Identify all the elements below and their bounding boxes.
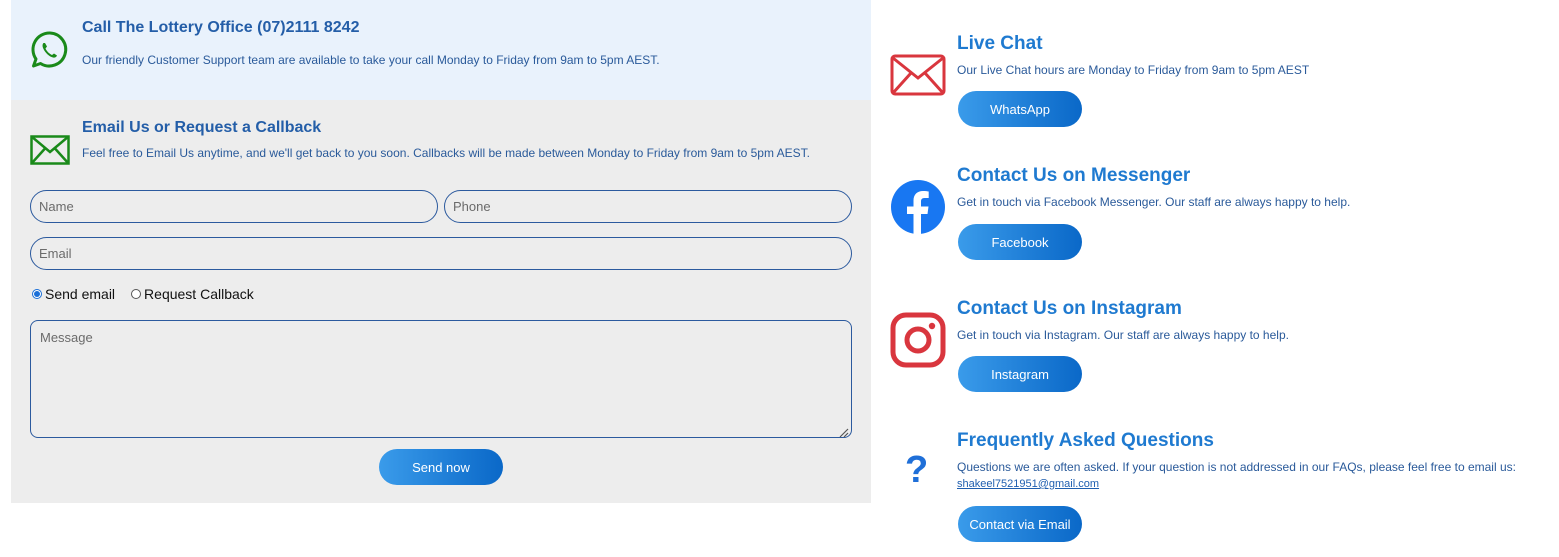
email-callback-section: Email Us or Request a Callback Feel free… [11, 100, 871, 503]
call-description: Our friendly Customer Support team are a… [82, 53, 660, 67]
whatsapp-button[interactable]: WhatsApp [958, 91, 1082, 127]
send-email-radio-label: Send email [45, 286, 116, 302]
envelope-icon [30, 135, 70, 169]
instagram-title: Contact Us on Instagram [957, 298, 1182, 319]
question-mark-icon: ? [905, 449, 929, 491]
phone-input[interactable] [444, 190, 852, 223]
live-chat-description: Our Live Chat hours are Monday to Friday… [957, 63, 1310, 77]
email-title: Email Us or Request a Callback [82, 119, 322, 136]
instagram-description: Get in touch via Instagram. Our staff ar… [957, 328, 1289, 342]
call-section: Call The Lottery Office (07)2111 8242 Ou… [11, 0, 871, 100]
faq-description: Questions we are often asked. If your qu… [957, 460, 1516, 474]
contact-page: Call The Lottery Office (07)2111 8242 Ou… [0, 0, 1559, 557]
send-now-button[interactable]: Send now [379, 449, 503, 485]
request-callback-radio[interactable]: Request Callback [131, 286, 254, 302]
email-input[interactable] [30, 237, 852, 270]
radio-unselected-indicator[interactable] [131, 289, 142, 299]
messenger-description: Get in touch via Facebook Messenger. Our… [957, 195, 1351, 209]
instagram-icon [890, 312, 946, 372]
email-description: Feel free to Email Us anytime, and we'll… [82, 146, 810, 160]
resize-handle-icon[interactable] [837, 423, 849, 438]
facebook-icon [890, 179, 946, 239]
instagram-button[interactable]: Instagram [958, 356, 1082, 392]
request-callback-radio-label: Request Callback [144, 286, 254, 302]
messenger-title: Contact Us on Messenger [957, 165, 1191, 186]
contact-left-column: Call The Lottery Office (07)2111 8242 Ou… [11, 0, 871, 503]
facebook-button[interactable]: Facebook [958, 224, 1082, 260]
contact-method-radio-group: Send email Request Callback [32, 286, 270, 302]
envelope-icon [890, 54, 946, 100]
faq-email-link[interactable]: shakeel7521951@gmail.com [957, 478, 1099, 490]
radio-selected-indicator[interactable] [32, 289, 42, 299]
call-title: Call The Lottery Office (07)2111 8242 [82, 19, 360, 36]
contact-via-email-button[interactable]: Contact via Email [958, 506, 1082, 542]
name-input[interactable] [30, 190, 438, 223]
live-chat-title: Live Chat [957, 33, 1043, 54]
send-email-radio[interactable]: Send email [32, 286, 115, 302]
faq-title: Frequently Asked Questions [957, 430, 1214, 451]
whatsapp-icon [30, 30, 70, 74]
message-textarea[interactable] [30, 320, 852, 438]
